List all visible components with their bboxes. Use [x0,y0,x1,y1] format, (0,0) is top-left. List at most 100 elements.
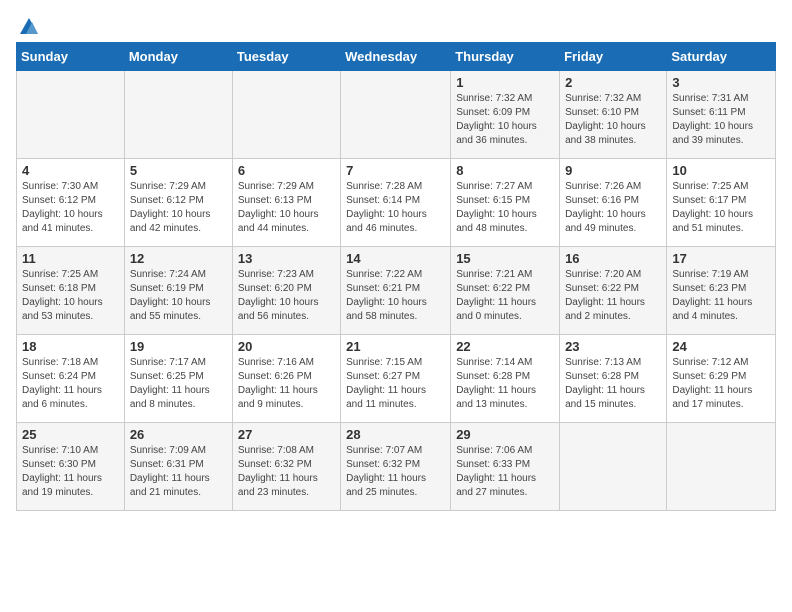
day-content: Sunrise: 7:18 AM Sunset: 6:24 PM Dayligh… [22,356,119,412]
day-cell: 27 Sunrise: 7:08 AM Sunset: 6:32 PM Dayli… [232,423,340,511]
day-content: Sunrise: 7:29 AM Sunset: 6:12 PM Dayligh… [130,180,227,236]
day-content: Sunrise: 7:25 AM Sunset: 6:18 PM Dayligh… [22,268,119,324]
header-cell-monday: Monday [124,43,232,71]
day-cell: 24Sunrise: 7:12 AM Sunset: 6:29 PM Dayli… [667,335,776,423]
day-cell: 19 Sunrise: 7:17 AM Sunset: 6:25 PM Dayli… [124,335,232,423]
header-cell-friday: Friday [560,43,667,71]
day-number: 21 [346,339,445,354]
day-content: Sunrise: 7:28 AM Sunset: 6:14 PM Dayligh… [346,180,445,236]
day-number: 14 [346,251,445,266]
week-row-2: 4 Sunrise: 7:30 AM Sunset: 6:12 PM Daylig… [17,159,776,247]
header-row: SundayMondayTuesdayWednesdayThursdayFrid… [17,43,776,71]
header-cell-wednesday: Wednesday [341,43,451,71]
day-content: Sunrise: 7:07 AM Sunset: 6:32 PM Dayligh… [346,444,445,500]
day-content: Sunrise: 7:08 AM Sunset: 6:32 PM Dayligh… [238,444,335,500]
day-content: Sunrise: 7:23 AM Sunset: 6:20 PM Dayligh… [238,268,335,324]
day-cell: 12 Sunrise: 7:24 AM Sunset: 6:19 PM Dayli… [124,247,232,335]
day-cell [17,71,125,159]
day-number: 1 [456,75,554,90]
day-content: Sunrise: 7:29 AM Sunset: 6:13 PM Dayligh… [238,180,335,236]
day-number: 27 [238,427,335,442]
header-cell-saturday: Saturday [667,43,776,71]
day-content: Sunrise: 7:32 AM Sunset: 6:09 PM Dayligh… [456,92,554,148]
day-cell: 9 Sunrise: 7:26 AM Sunset: 6:16 PM Daylig… [560,159,667,247]
day-cell: 14 Sunrise: 7:22 AM Sunset: 6:21 PM Dayli… [341,247,451,335]
week-row-3: 11 Sunrise: 7:25 AM Sunset: 6:18 PM Dayli… [17,247,776,335]
day-cell [341,71,451,159]
day-number: 5 [130,163,227,178]
day-cell: 26 Sunrise: 7:09 AM Sunset: 6:31 PM Dayli… [124,423,232,511]
day-cell: 23 Sunrise: 7:13 AM Sunset: 6:28 PM Dayli… [560,335,667,423]
day-cell: 2Sunrise: 7:32 AM Sunset: 6:10 PM Daylig… [560,71,667,159]
day-content: Sunrise: 7:17 AM Sunset: 6:25 PM Dayligh… [130,356,227,412]
day-cell: 8 Sunrise: 7:27 AM Sunset: 6:15 PM Daylig… [451,159,560,247]
day-number: 8 [456,163,554,178]
logo-icon [18,16,40,38]
day-content: Sunrise: 7:24 AM Sunset: 6:19 PM Dayligh… [130,268,227,324]
calendar-header: SundayMondayTuesdayWednesdayThursdayFrid… [17,43,776,71]
day-cell: 11 Sunrise: 7:25 AM Sunset: 6:18 PM Dayli… [17,247,125,335]
day-cell: 20 Sunrise: 7:16 AM Sunset: 6:26 PM Dayli… [232,335,340,423]
day-content: Sunrise: 7:21 AM Sunset: 6:22 PM Dayligh… [456,268,554,324]
day-number: 10 [672,163,770,178]
day-cell: 22 Sunrise: 7:14 AM Sunset: 6:28 PM Dayli… [451,335,560,423]
day-cell: 25Sunrise: 7:10 AM Sunset: 6:30 PM Dayli… [17,423,125,511]
day-number: 20 [238,339,335,354]
day-number: 9 [565,163,661,178]
day-number: 28 [346,427,445,442]
day-content: Sunrise: 7:16 AM Sunset: 6:26 PM Dayligh… [238,356,335,412]
header-cell-thursday: Thursday [451,43,560,71]
day-cell: 3Sunrise: 7:31 AM Sunset: 6:11 PM Daylig… [667,71,776,159]
header-cell-sunday: Sunday [17,43,125,71]
day-cell: 15 Sunrise: 7:21 AM Sunset: 6:22 PM Dayli… [451,247,560,335]
week-row-1: 1 Sunrise: 7:32 AM Sunset: 6:09 PM Daylig… [17,71,776,159]
day-number: 4 [22,163,119,178]
day-content: Sunrise: 7:26 AM Sunset: 6:16 PM Dayligh… [565,180,661,236]
day-cell: 28 Sunrise: 7:07 AM Sunset: 6:32 PM Dayli… [341,423,451,511]
day-cell: 4 Sunrise: 7:30 AM Sunset: 6:12 PM Daylig… [17,159,125,247]
day-number: 16 [565,251,661,266]
day-content: Sunrise: 7:09 AM Sunset: 6:31 PM Dayligh… [130,444,227,500]
day-cell [232,71,340,159]
day-number: 19 [130,339,227,354]
calendar-body: 1 Sunrise: 7:32 AM Sunset: 6:09 PM Daylig… [17,71,776,511]
day-number: 23 [565,339,661,354]
day-cell: 7 Sunrise: 7:28 AM Sunset: 6:14 PM Daylig… [341,159,451,247]
calendar-table: SundayMondayTuesdayWednesdayThursdayFrid… [16,42,776,511]
day-content: Sunrise: 7:12 AM Sunset: 6:29 PM Dayligh… [672,356,770,412]
day-content: Sunrise: 7:20 AM Sunset: 6:22 PM Dayligh… [565,268,661,324]
day-cell: 17Sunrise: 7:19 AM Sunset: 6:23 PM Dayli… [667,247,776,335]
day-number: 13 [238,251,335,266]
day-number: 26 [130,427,227,442]
day-content: Sunrise: 7:13 AM Sunset: 6:28 PM Dayligh… [565,356,661,412]
day-number: 15 [456,251,554,266]
day-cell: 1 Sunrise: 7:32 AM Sunset: 6:09 PM Daylig… [451,71,560,159]
day-cell: 10 Sunrise: 7:25 AM Sunset: 6:17 PM Dayli… [667,159,776,247]
day-content: Sunrise: 7:06 AM Sunset: 6:33 PM Dayligh… [456,444,554,500]
day-number: 7 [346,163,445,178]
day-content: Sunrise: 7:14 AM Sunset: 6:28 PM Dayligh… [456,356,554,412]
day-content: Sunrise: 7:32 AM Sunset: 6:10 PM Dayligh… [565,92,661,148]
day-cell: 5 Sunrise: 7:29 AM Sunset: 6:12 PM Daylig… [124,159,232,247]
day-cell: 29 Sunrise: 7:06 AM Sunset: 6:33 PM Dayli… [451,423,560,511]
day-number: 17 [672,251,770,266]
day-cell [124,71,232,159]
day-cell [560,423,667,511]
day-cell: 16 Sunrise: 7:20 AM Sunset: 6:22 PM Dayli… [560,247,667,335]
day-content: Sunrise: 7:22 AM Sunset: 6:21 PM Dayligh… [346,268,445,324]
day-content: Sunrise: 7:10 AM Sunset: 6:30 PM Dayligh… [22,444,119,500]
day-cell: 18Sunrise: 7:18 AM Sunset: 6:24 PM Dayli… [17,335,125,423]
day-number: 29 [456,427,554,442]
week-row-4: 18Sunrise: 7:18 AM Sunset: 6:24 PM Dayli… [17,335,776,423]
day-content: Sunrise: 7:27 AM Sunset: 6:15 PM Dayligh… [456,180,554,236]
header-cell-tuesday: Tuesday [232,43,340,71]
day-content: Sunrise: 7:15 AM Sunset: 6:27 PM Dayligh… [346,356,445,412]
week-row-5: 25Sunrise: 7:10 AM Sunset: 6:30 PM Dayli… [17,423,776,511]
day-content: Sunrise: 7:30 AM Sunset: 6:12 PM Dayligh… [22,180,119,236]
day-number: 22 [456,339,554,354]
day-content: Sunrise: 7:25 AM Sunset: 6:17 PM Dayligh… [672,180,770,236]
logo [16,16,40,34]
day-number: 12 [130,251,227,266]
day-number: 11 [22,251,119,266]
day-number: 6 [238,163,335,178]
